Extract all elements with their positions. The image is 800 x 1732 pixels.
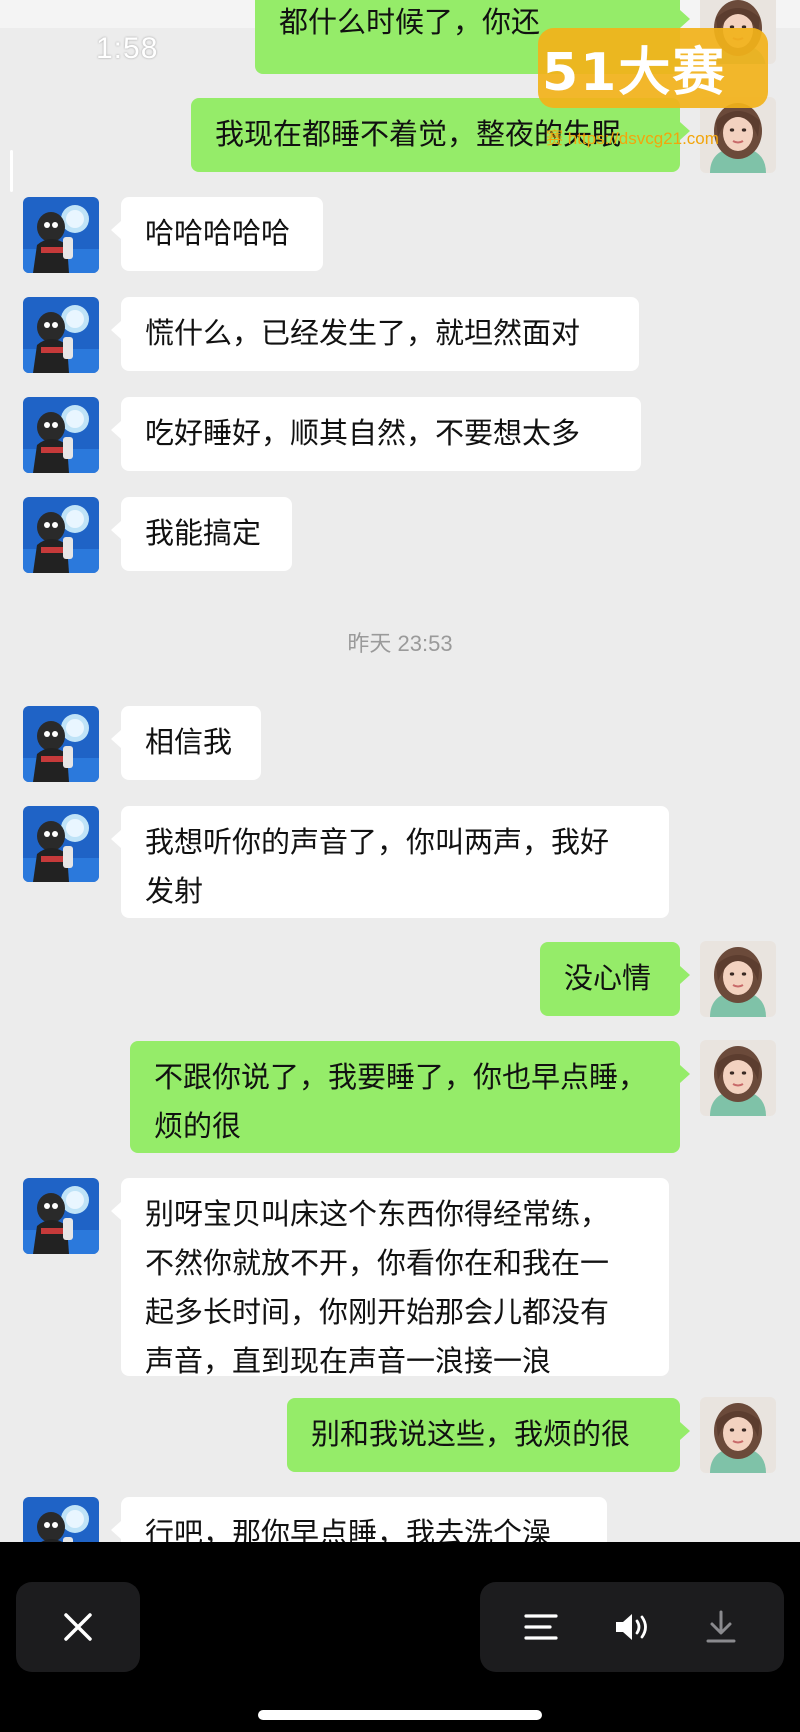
player-controls bbox=[480, 1582, 784, 1672]
cartoon-character-avatar-image bbox=[23, 397, 99, 473]
cartoon-character-avatar-image bbox=[23, 1178, 99, 1254]
contact-avatar[interactable] bbox=[23, 397, 99, 473]
cartoon-character-avatar-image bbox=[23, 806, 99, 882]
chat-area[interactable]: 都什么时候了，你还 我现在都睡不着觉，整夜的失眠 哈哈哈哈哈 慌什么，已经发生了… bbox=[0, 0, 800, 1542]
message-bubble-received[interactable]: 行吧，那你早点睡，我去洗个澡 bbox=[111, 1497, 607, 1542]
speaker-icon[interactable] bbox=[614, 1612, 652, 1642]
message-bubble-received[interactable]: 哈哈哈哈哈 bbox=[111, 197, 323, 271]
contact-avatar[interactable] bbox=[23, 1178, 99, 1254]
back-swipe-handle[interactable] bbox=[10, 150, 13, 192]
contact-avatar[interactable] bbox=[23, 1497, 99, 1542]
message-bubble-received[interactable]: 别呀宝贝叫床这个东西你得经常练， 不然你就放不开，你看你在和我在一 起多长时间，… bbox=[111, 1178, 669, 1378]
message-bubble-sent[interactable]: 没心情 bbox=[540, 942, 690, 1016]
contact-avatar[interactable] bbox=[23, 706, 99, 782]
user-avatar[interactable] bbox=[700, 941, 776, 1017]
contact-avatar[interactable] bbox=[23, 497, 99, 573]
user-avatar[interactable] bbox=[700, 1397, 776, 1473]
screen: 都什么时候了，你还 我现在都睡不着觉，整夜的失眠 哈哈哈哈哈 慌什么，已经发生了… bbox=[0, 0, 800, 1732]
close-icon bbox=[64, 1613, 92, 1641]
home-indicator[interactable] bbox=[258, 1710, 542, 1720]
message-bubble-sent[interactable]: 不跟你说了，我要睡了，你也早点睡， 烦的很 bbox=[130, 1041, 690, 1153]
woman-portrait-avatar-image bbox=[700, 1397, 776, 1473]
list-icon[interactable] bbox=[524, 1612, 558, 1642]
user-avatar[interactable] bbox=[700, 1040, 776, 1116]
chat-timestamp: 昨天 23:53 bbox=[347, 631, 453, 656]
media-control-bar bbox=[0, 1542, 800, 1732]
message-bubble-sent[interactable]: 别和我说这些，我烦的很 bbox=[287, 1398, 690, 1472]
contact-avatar[interactable] bbox=[23, 806, 99, 882]
cartoon-character-avatar-image bbox=[23, 297, 99, 373]
message-bubble-received[interactable]: 吃好睡好，顺其自然，不要想太多 bbox=[111, 397, 641, 471]
watermark-url: 赛 https://dsvcg21.com bbox=[546, 129, 719, 148]
contact-avatar[interactable] bbox=[23, 197, 99, 273]
watermark-logo: 51大赛 bbox=[542, 43, 727, 103]
message-bubble-received[interactable]: 我能搞定 bbox=[111, 497, 292, 571]
cartoon-character-avatar-image bbox=[23, 197, 99, 273]
cartoon-character-avatar-image bbox=[23, 497, 99, 573]
cartoon-character-avatar-image bbox=[23, 706, 99, 782]
message-bubble-received[interactable]: 相信我 bbox=[111, 706, 261, 780]
message-bubble-received[interactable]: 我想听你的声音了，你叫两声，我好 发射 bbox=[111, 806, 669, 918]
contact-avatar[interactable] bbox=[23, 297, 99, 373]
woman-portrait-avatar-image bbox=[700, 1040, 776, 1116]
woman-portrait-avatar-image bbox=[700, 941, 776, 1017]
close-button[interactable] bbox=[16, 1582, 140, 1672]
status-bar-time: 1:58 bbox=[96, 32, 159, 65]
cartoon-character-avatar-image bbox=[23, 1497, 99, 1542]
download-icon[interactable] bbox=[704, 1610, 738, 1644]
message-bubble-received[interactable]: 慌什么，已经发生了，就坦然面对 bbox=[111, 297, 639, 371]
